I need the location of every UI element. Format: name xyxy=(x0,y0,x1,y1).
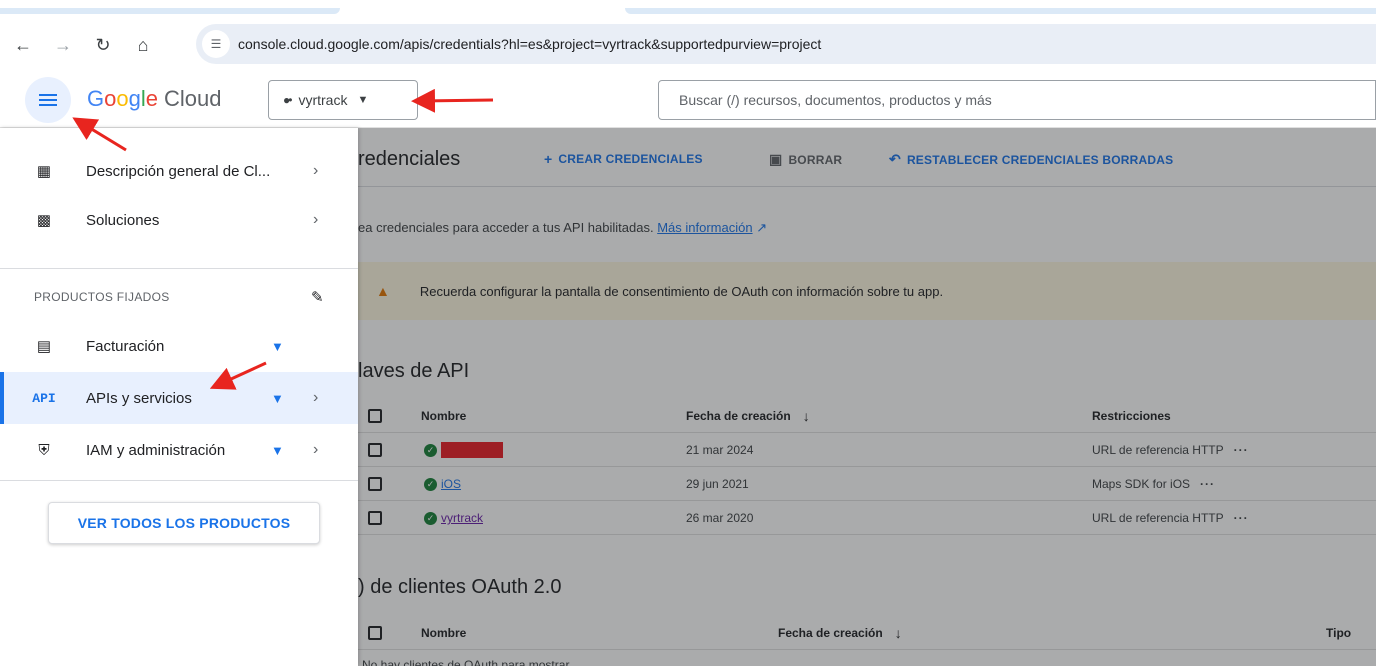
arrow-to-menu-button xyxy=(72,117,127,152)
arrow-to-apis-item xyxy=(209,361,267,390)
arrow-to-project-picker xyxy=(411,88,494,113)
annotation-arrows xyxy=(72,88,494,390)
